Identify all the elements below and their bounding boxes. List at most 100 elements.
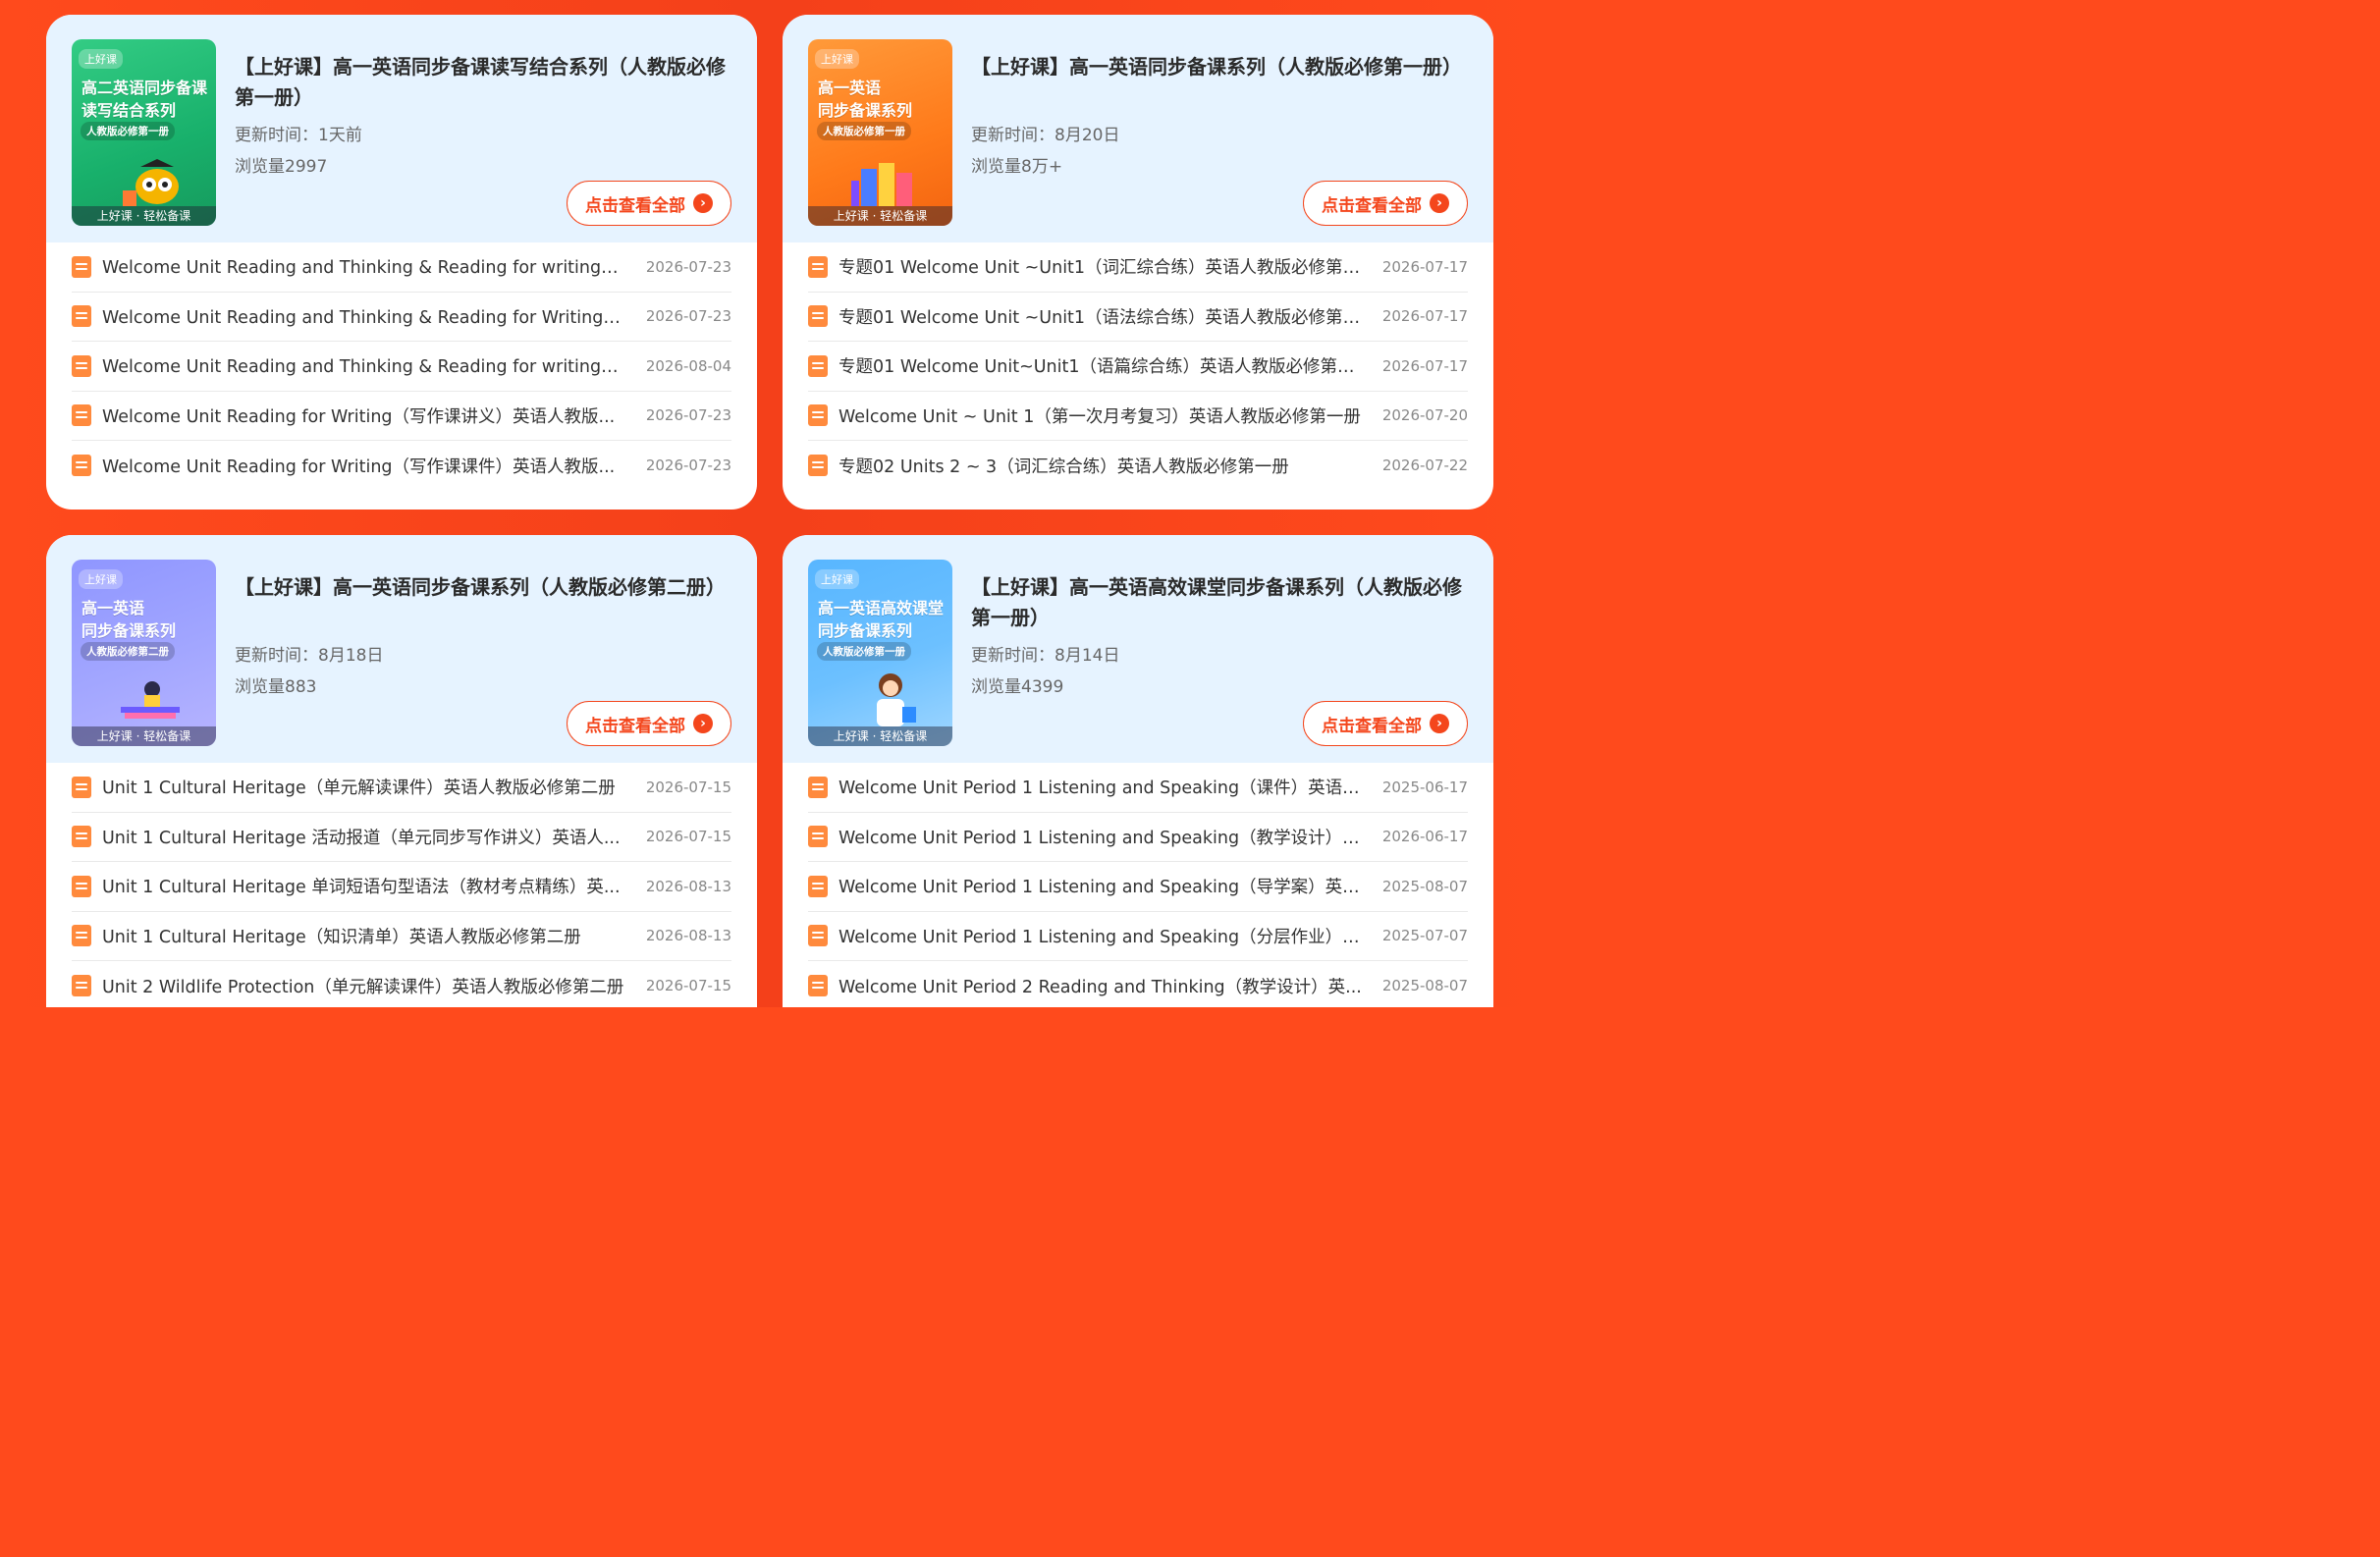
list-item[interactable]: Welcome Unit Reading and Thinking & Read…	[72, 342, 731, 392]
chevron-right-icon: ›	[1430, 714, 1449, 733]
list-item-date: 2026-07-15	[645, 828, 731, 846]
cover-title-line: 高一英语	[81, 599, 145, 617]
view-all-button[interactable]: 点击查看全部 ›	[567, 701, 731, 746]
cover-tag: 上好课	[815, 49, 859, 69]
series-card: 上好课 高一英语高效课堂 同步备课系列 人教版必修第一册 上好课 · 轻松备课 …	[783, 535, 1493, 1007]
document-icon	[808, 455, 828, 477]
document-icon	[808, 925, 828, 947]
list-item[interactable]: Unit 1 Cultural Heritage（单元解读课件）英语人教版必修第…	[72, 763, 731, 813]
view-all-button[interactable]: 点击查看全部 ›	[1303, 181, 1468, 226]
chevron-right-icon: ›	[693, 714, 713, 733]
list-item-date: 2025-06-17	[1381, 778, 1468, 796]
cover-footer: 上好课 · 轻松备课	[808, 726, 952, 746]
update-time: 更新时间：8月20日	[971, 126, 1120, 145]
list-item[interactable]: 专题02 Units 2 ~ 3（词汇综合练）英语人教版必修第一册 2026-07…	[808, 441, 1468, 491]
view-count: 浏览量883	[235, 677, 317, 697]
list-item-date: 2026-07-17	[1381, 307, 1468, 326]
list-item-date: 2026-07-23	[645, 456, 731, 475]
document-icon	[808, 776, 828, 798]
series-cover-image[interactable]: 上好课 高一英语 同步备课系列 人教版必修第一册 上好课 · 轻松备课	[808, 39, 952, 226]
document-icon	[72, 305, 91, 328]
cover-tag: 上好课	[79, 49, 123, 69]
series-cover-image[interactable]: 上好课 高一英语 同步备课系列 人教版必修第二册 上好课 · 轻松备课	[72, 560, 216, 746]
list-item-date: 2026-07-23	[645, 307, 731, 326]
cover-tag: 上好课	[79, 569, 123, 589]
list-item-title: 专题01 Welcome Unit~Unit1（语篇综合练）英语人教版必修第一册	[838, 357, 1369, 378]
cover-subtitle: 人教版必修第二册	[81, 642, 175, 661]
cover-title: 高一英语高效课堂 同步备课系列	[818, 597, 947, 642]
list-item-title: Welcome Unit Reading and Thinking & Read…	[102, 258, 632, 279]
list-item[interactable]: Welcome Unit Reading and Thinking & Read…	[72, 293, 731, 342]
list-item-date: 2026-08-13	[645, 877, 731, 895]
list-item-title: 专题01 Welcome Unit ~Unit1（词汇综合练）英语人教版必修第一…	[838, 258, 1369, 279]
cover-subtitle: 人教版必修第一册	[817, 642, 911, 661]
list-item[interactable]: Welcome Unit Period 1 Listening and Spea…	[808, 763, 1468, 813]
cover-footer: 上好课 · 轻松备课	[808, 206, 952, 226]
list-item[interactable]: Welcome Unit Period 2 Reading and Thinki…	[808, 961, 1468, 1007]
update-time: 更新时间：8月14日	[971, 646, 1120, 666]
chevron-right-icon: ›	[1430, 193, 1449, 213]
update-time: 更新时间：8月18日	[235, 646, 384, 666]
list-item[interactable]: Unit 1 Cultural Heritage（知识清单）英语人教版必修第二册…	[72, 912, 731, 961]
document-icon	[808, 404, 828, 427]
series-title[interactable]: 【上好课】高一英语高效课堂同步备课系列（人教版必修第一册）	[971, 572, 1472, 633]
list-item-title: Welcome Unit Reading and Thinking & Read…	[102, 307, 632, 328]
list-item[interactable]: 专题01 Welcome Unit~Unit1（语篇综合练）英语人教版必修第一册…	[808, 342, 1468, 392]
list-item[interactable]: Welcome Unit Reading for Writing（写作课课件）英…	[72, 441, 731, 491]
document-icon	[72, 455, 91, 477]
cover-title-line: 高一英语	[818, 79, 882, 97]
series-card: 上好课 高一英语 同步备课系列 人教版必修第二册 上好课 · 轻松备课 【上好课…	[46, 535, 757, 1007]
document-icon	[72, 925, 91, 947]
list-item-title: 专题02 Units 2 ~ 3（词汇综合练）英语人教版必修第一册	[838, 456, 1289, 477]
view-all-label: 点击查看全部	[1322, 195, 1422, 216]
series-card-header: 上好课 高二英语同步备课 读写结合系列 人教版必修第一册 上好课 · 轻松备课	[46, 15, 757, 242]
series-cover-image[interactable]: 上好课 高一英语高效课堂 同步备课系列 人教版必修第一册 上好课 · 轻松备课	[808, 560, 952, 746]
document-icon	[808, 255, 828, 278]
list-item[interactable]: Welcome Unit Reading for Writing（写作课讲义）英…	[72, 392, 731, 441]
view-all-button[interactable]: 点击查看全部 ›	[567, 181, 731, 226]
document-icon	[72, 826, 91, 848]
cover-tag: 上好课	[815, 569, 859, 589]
list-item-title: Welcome Unit Period 1 Listening and Spea…	[838, 778, 1369, 799]
series-title[interactable]: 【上好课】高一英语同步备课读写结合系列（人教版必修第一册）	[235, 52, 735, 113]
cover-title: 高一英语 同步备课系列	[81, 597, 210, 642]
document-icon	[72, 255, 91, 278]
resource-list: Unit 1 Cultural Heritage（单元解读课件）英语人教版必修第…	[46, 763, 757, 1007]
list-item[interactable]: Welcome Unit Period 1 Listening and Spea…	[808, 912, 1468, 961]
view-all-button[interactable]: 点击查看全部 ›	[1303, 701, 1468, 746]
list-item[interactable]: 专题01 Welcome Unit ~Unit1（语法综合练）英语人教版必修第一…	[808, 293, 1468, 342]
list-item-date: 2026-08-13	[645, 927, 731, 945]
view-all-label: 点击查看全部	[585, 195, 685, 216]
series-card: 上好课 高一英语 同步备课系列 人教版必修第一册 上好课 · 轻松备课 【上好课…	[783, 15, 1493, 510]
list-item[interactable]: 专题01 Welcome Unit ~Unit1（词汇综合练）英语人教版必修第一…	[808, 242, 1468, 293]
series-grid: 上好课 高二英语同步备课 读写结合系列 人教版必修第一册 上好课 · 轻松备课	[46, 15, 1493, 1007]
update-time: 更新时间：1天前	[235, 126, 362, 145]
list-item-title: Welcome Unit Period 1 Listening and Spea…	[838, 878, 1369, 898]
list-item-title: Unit 1 Cultural Heritage 单词短语句型语法（教材考点精练…	[102, 878, 621, 898]
resource-list: Welcome Unit Period 1 Listening and Spea…	[783, 763, 1493, 1007]
list-item-date: 2026-08-04	[645, 356, 731, 375]
list-item-date: 2026-07-22	[1381, 456, 1468, 475]
list-item[interactable]: Welcome Unit Reading and Thinking & Read…	[72, 242, 731, 293]
list-item-title: Welcome Unit Period 1 Listening and Spea…	[838, 828, 1369, 848]
list-item[interactable]: Unit 1 Cultural Heritage 单词短语句型语法（教材考点精练…	[72, 862, 731, 912]
reading-girl-icon	[121, 681, 180, 719]
series-title[interactable]: 【上好课】高一英语同步备课系列（人教版必修第二册）	[235, 572, 735, 603]
series-title[interactable]: 【上好课】高一英语同步备课系列（人教版必修第一册）	[971, 52, 1472, 82]
series-card: 上好课 高二英语同步备课 读写结合系列 人教版必修第一册 上好课 · 轻松备课	[46, 15, 757, 510]
list-item[interactable]: Welcome Unit ~ Unit 1（第一次月考复习）英语人教版必修第一册…	[808, 392, 1468, 441]
list-item-title: Welcome Unit Reading and Thinking & Read…	[102, 357, 632, 378]
document-icon	[808, 305, 828, 328]
list-item-title: Welcome Unit Period 2 Reading and Thinki…	[838, 977, 1362, 997]
view-count: 浏览量4399	[971, 677, 1064, 697]
list-item-title: 专题01 Welcome Unit ~Unit1（语法综合练）英语人教版必修第一…	[838, 307, 1369, 328]
document-icon	[72, 404, 91, 427]
list-item[interactable]: Welcome Unit Period 1 Listening and Spea…	[808, 862, 1468, 912]
list-item[interactable]: Welcome Unit Period 1 Listening and Spea…	[808, 813, 1468, 862]
list-item-date: 2026-07-23	[645, 406, 731, 425]
list-item[interactable]: Unit 2 Wildlife Protection（单元解读课件）英语人教版必…	[72, 961, 731, 1007]
series-cover-image[interactable]: 上好课 高二英语同步备课 读写结合系列 人教版必修第一册 上好课 · 轻松备课	[72, 39, 216, 226]
list-item-title: Unit 1 Cultural Heritage（单元解读课件）英语人教版必修第…	[102, 778, 616, 799]
list-item-date: 2026-07-20	[1381, 406, 1468, 425]
list-item[interactable]: Unit 1 Cultural Heritage 活动报道（单元同步写作讲义）英…	[72, 813, 731, 862]
